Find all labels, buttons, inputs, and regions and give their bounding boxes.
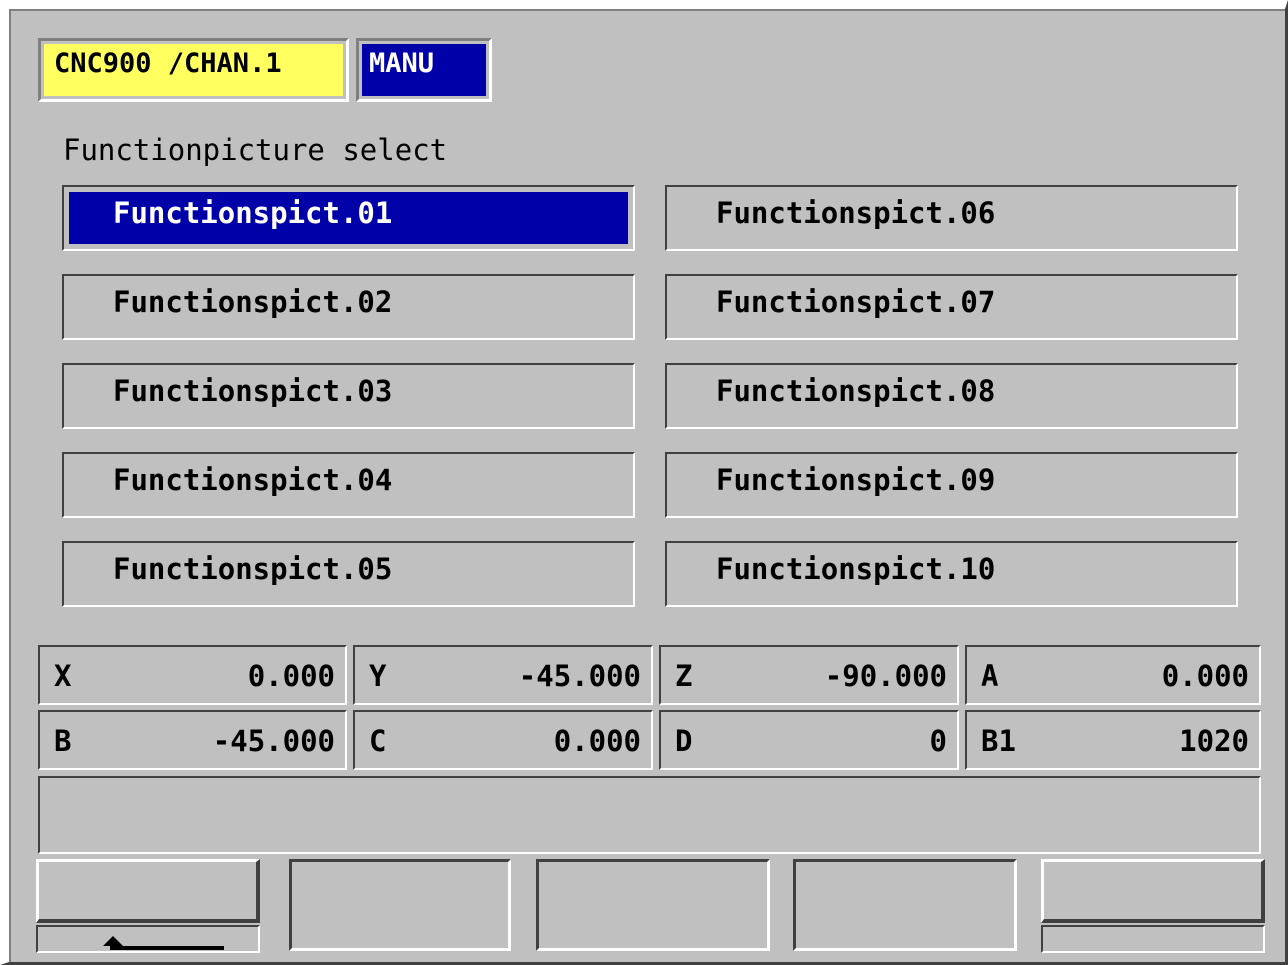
function-picture-08-button[interactable]: Functionspict.08 (665, 363, 1238, 429)
function-picture-02-button[interactable]: Functionspict.02 (62, 274, 635, 340)
softkey-label (796, 862, 1014, 948)
softkey-label (1044, 862, 1261, 919)
mode-status-box: MANU (356, 38, 492, 102)
function-picture-label: Functionspict.06 (716, 196, 996, 230)
axis-value: 0.000 (247, 659, 335, 693)
function-picture-09-button[interactable]: Functionspict.09 (665, 452, 1238, 518)
function-picture-label: Functionspict.05 (113, 552, 393, 586)
axis-name: Z (675, 659, 693, 693)
function-picture-06-button[interactable]: Functionspict.06 (665, 185, 1238, 251)
axis-readout-c: C 0.000 (353, 710, 653, 770)
axis-value: -45.000 (518, 659, 641, 693)
axis-readout-x: X 0.000 (38, 645, 347, 705)
function-picture-label: Functionspict.04 (113, 463, 393, 497)
function-picture-label: Functionspict.09 (716, 463, 996, 497)
axis-name: B (54, 724, 72, 758)
softkey-label (39, 862, 256, 919)
axis-readout-b1: B1 1020 (965, 710, 1261, 770)
axis-readout-z: Z -90.000 (659, 645, 959, 705)
function-picture-label: Functionspict.07 (716, 285, 996, 319)
axis-value: 0 (929, 724, 947, 758)
message-line (38, 776, 1261, 854)
axis-readout-a: A 0.000 (965, 645, 1261, 705)
function-picture-label: Functionspict.08 (716, 374, 996, 408)
axis-name: C (369, 724, 387, 758)
axis-name: Y (369, 659, 387, 693)
softkey-5-button[interactable] (1041, 859, 1265, 923)
function-picture-label: Functionspict.01 (69, 192, 628, 244)
axis-name: B1 (981, 724, 1016, 758)
softkey-label (539, 862, 767, 948)
function-picture-04-button[interactable]: Functionspict.04 (62, 452, 635, 518)
axis-name: A (981, 659, 999, 693)
axis-value: 1020 (1179, 724, 1249, 758)
function-picture-label: Functionspict.02 (113, 285, 393, 319)
softkey-2-button[interactable] (289, 859, 511, 951)
mode-label: MANU (362, 44, 486, 96)
channel-status-box: CNC900 /CHAN.1 (38, 38, 349, 102)
softkey-4-button[interactable] (793, 859, 1017, 951)
return-arrow-icon (103, 936, 224, 950)
function-picture-label: Functionspict.03 (113, 374, 393, 408)
channel-label: CNC900 /CHAN.1 (44, 44, 343, 96)
function-picture-05-button[interactable]: Functionspict.05 (62, 541, 635, 607)
axis-value: 0.000 (553, 724, 641, 758)
function-picture-10-button[interactable]: Functionspict.10 (665, 541, 1238, 607)
axis-value: -90.000 (824, 659, 947, 693)
axis-value: 0.000 (1161, 659, 1249, 693)
axis-readout-d: D 0 (659, 710, 959, 770)
axis-name: D (675, 724, 693, 758)
softkey-1-return-button[interactable] (36, 859, 260, 923)
axis-name: X (54, 659, 72, 693)
softkey-5-indicator (1041, 925, 1265, 953)
function-picture-01-button[interactable]: Functionspict.01 (62, 185, 635, 251)
function-select-title: Functionpicture select (63, 133, 448, 167)
softkey-3-button[interactable] (536, 859, 770, 951)
function-picture-03-button[interactable]: Functionspict.03 (62, 363, 635, 429)
axis-readout-y: Y -45.000 (353, 645, 653, 705)
axis-readout-b: B -45.000 (38, 710, 347, 770)
softkey-1-indicator (36, 925, 260, 953)
softkey-label (292, 862, 508, 948)
function-picture-label: Functionspict.10 (716, 552, 996, 586)
axis-value: -45.000 (212, 724, 335, 758)
cnc-screen: CNC900 /CHAN.1 MANU Functionpicture sele… (9, 9, 1285, 962)
function-picture-07-button[interactable]: Functionspict.07 (665, 274, 1238, 340)
